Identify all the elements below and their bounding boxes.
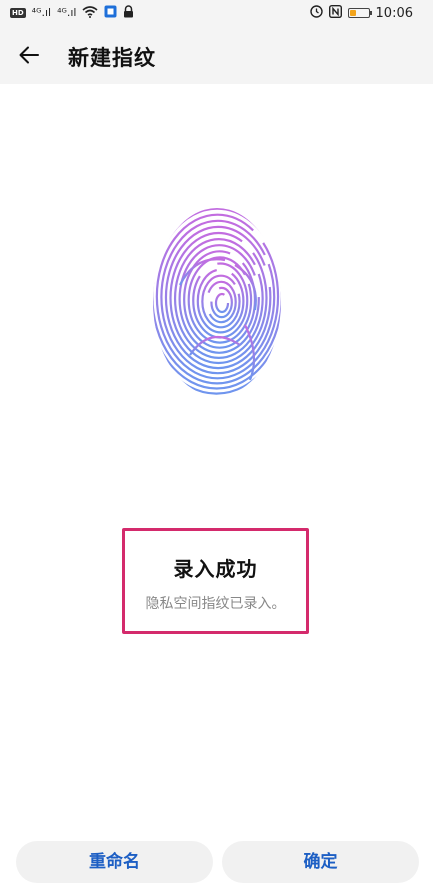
fingerprint-illustration: [150, 205, 284, 399]
status-time: 10:06: [375, 5, 413, 21]
battery-icon: [347, 8, 372, 18]
signal-4g-icon: ⁴ᴳ.ıl: [31, 6, 52, 19]
signal-4g-icon: ⁴ᴳ.ıl: [57, 6, 77, 19]
lock-icon: [123, 5, 134, 21]
status-bar-left: HD ⁴ᴳ.ıl ⁴ᴳ.ıl: [10, 5, 134, 21]
success-message-box: 录入成功 隐私空间指纹已录入。: [122, 528, 309, 634]
success-title: 录入成功: [173, 557, 258, 581]
back-button[interactable]: [16, 41, 44, 69]
fingerprint-ridge: [214, 292, 230, 314]
status-bar: HD ⁴ᴳ.ıl ⁴ᴳ.ıl 10:06: [0, 0, 433, 26]
rename-button[interactable]: 重命名: [16, 841, 213, 883]
wifi-icon: [82, 5, 98, 21]
shield-app-icon: [104, 5, 117, 21]
app-bar: 新建指纹: [0, 26, 433, 84]
fingerprint-ridge: [201, 274, 241, 329]
confirm-button[interactable]: 确定: [222, 841, 419, 883]
hd-icon: HD: [10, 8, 26, 18]
back-arrow-icon: [19, 46, 39, 64]
battery-level: [349, 10, 356, 16]
nfc-icon: [328, 4, 342, 21]
screen: HD ⁴ᴳ.ıl ⁴ᴳ.ıl 10:06 新建指纹 录入成功 隐私空间指纹已录入…: [0, 0, 433, 889]
success-subtitle: 隐私空间指纹已录入。: [145, 596, 286, 612]
alarm-icon: [309, 5, 323, 21]
page-title: 新建指纹: [68, 46, 156, 70]
status-bar-right: 10:06: [309, 4, 413, 21]
fingerprint-icon: [153, 208, 281, 395]
